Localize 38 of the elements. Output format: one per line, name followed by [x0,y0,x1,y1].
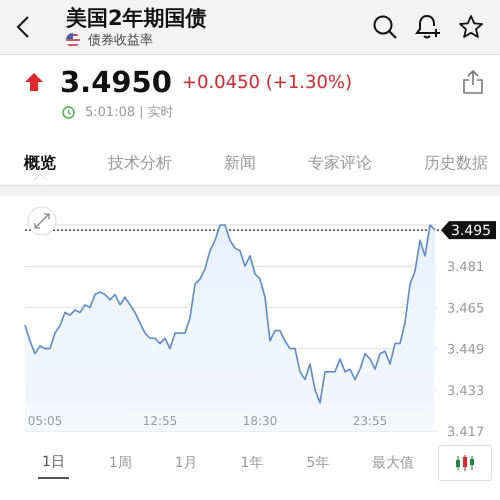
page-title: 美国2年期国债 [66,5,208,31]
range-tab[interactable]: 1周 [108,448,175,478]
search-icon[interactable] [372,14,398,40]
flag-icon [66,33,80,47]
x-axis-label: 18:30 [242,414,278,428]
star-icon[interactable] [458,14,484,40]
price-change: +0.0450 (+1.30%) [182,72,354,92]
y-axis-label: 3.465 [447,301,484,316]
x-axis-label: 12:55 [142,414,178,428]
x-axis-label: 05:05 [28,414,62,428]
tab[interactable]: 专家评论 [308,141,372,185]
bell-plus-icon[interactable] [414,13,442,41]
candlestick-button[interactable] [438,445,492,481]
y-axis-label: 3.481 [447,260,484,276]
y-axis-label: 3.449 [447,342,484,358]
tab[interactable]: 新闻 [224,141,256,185]
range-tab[interactable]: 5年 [306,448,372,478]
price-tag: 3.495 [441,221,496,240]
x-axis-label: 23:55 [352,414,388,428]
back-icon[interactable] [16,15,30,39]
range-tab[interactable]: 1月 [174,448,241,478]
range-tab[interactable]: 最大值 [372,448,438,478]
range-tab[interactable]: 1日 [38,447,69,479]
ref-line-label: 3.495 [451,223,492,240]
clock-icon [62,106,75,118]
quote-time: 5:01:08 [85,104,136,120]
tab[interactable]: 历史数据 [424,141,488,185]
share-icon[interactable] [462,69,484,95]
price: 3.4950 [60,65,172,99]
y-axis-label: 3.433 [447,384,484,399]
tab[interactable]: 技术分析 [108,141,172,185]
expand-icon[interactable] [28,206,56,236]
realtime-label: 实时 [148,104,174,121]
subtitle: 债券收益率 [88,32,153,49]
range-tab[interactable]: 1年 [240,448,306,478]
separator: | [139,104,144,120]
y-axis-label: 3.417 [447,425,484,440]
candlestick-icon [454,454,476,472]
